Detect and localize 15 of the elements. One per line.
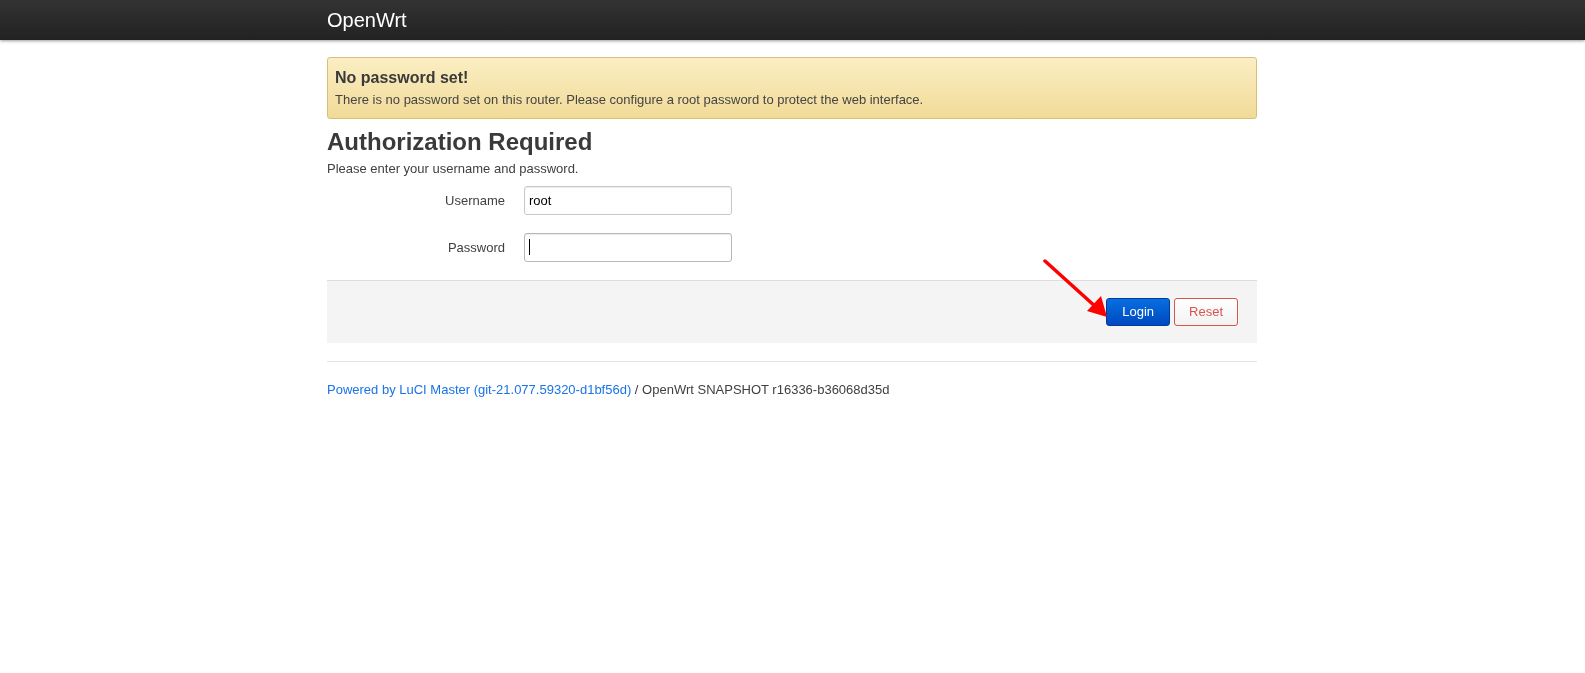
- text-cursor: [529, 239, 530, 255]
- field-label: Password: [446, 238, 505, 257]
- footer-text: Powered by LuCI Master (git-21.077.59320-d1bf56d) / OpenWrt SNAPSHOT r16336-b36068d35d: [327, 381, 891, 399]
- alert-message: There is no password set on this router. Please configure a root password to protect the web interface.: [335, 91, 925, 109]
- password-field[interactable]: [524, 233, 732, 262]
- reset-button[interactable]: Reset: [1174, 298, 1238, 326]
- username-field[interactable]: root: [524, 186, 732, 215]
- intro-text: Please enter your username and password.: [327, 160, 580, 178]
- field-label: Username: [444, 191, 505, 210]
- alert-title: No password set!: [335, 68, 470, 88]
- luci-link[interactable]: Powered by LuCI Master (git-21.077.59320-d1bf56d): [327, 382, 632, 397]
- brand-title[interactable]: OpenWrt: [327, 5, 407, 35]
- annotation-arrow: [1043, 259, 1109, 319]
- login-button[interactable]: Login: [1106, 298, 1171, 326]
- page-heading: Authorization Required: [327, 127, 594, 157]
